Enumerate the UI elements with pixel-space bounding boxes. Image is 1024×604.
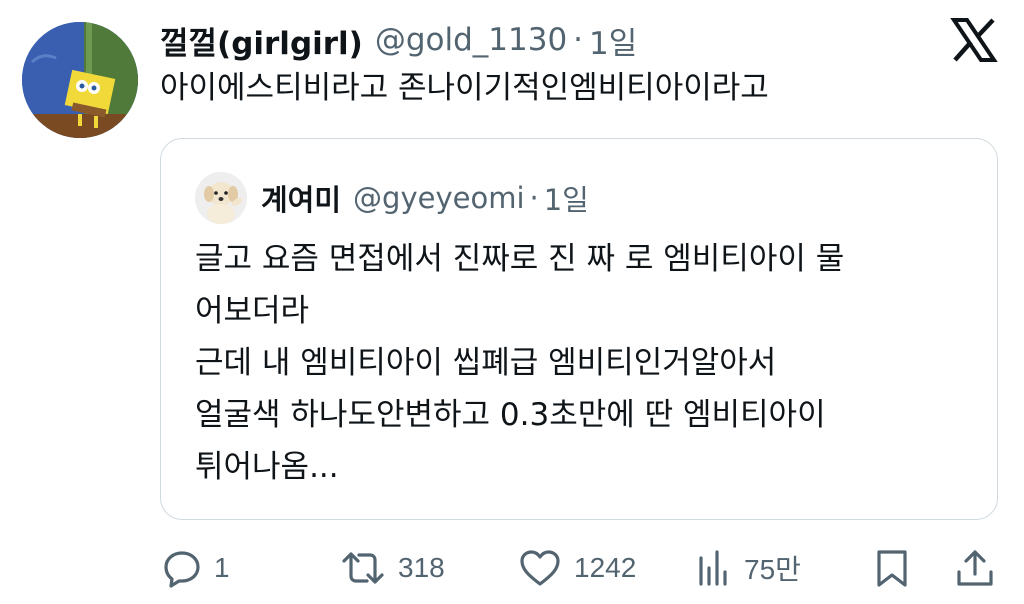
- bookmark-button[interactable]: [872, 540, 912, 596]
- share-button[interactable]: [954, 540, 996, 596]
- views-icon: [699, 550, 727, 586]
- quoted-tweet-text: 글고 요즘 면접에서 진짜로 진 짜 로 엠비티아이 물 어보더라 근데 내 엠…: [195, 233, 844, 493]
- author-name[interactable]: 껄껄(girlgirl): [160, 18, 363, 63]
- action-bar: 1 318 1242 75만: [0, 540, 1024, 596]
- quoted-text-line: 튀어나옴...: [195, 449, 339, 485]
- separator-dot: ·: [573, 22, 584, 58]
- quoted-text-line: 어보더라: [195, 293, 310, 329]
- retweet-count: 318: [398, 552, 445, 583]
- quoted-author-name[interactable]: 계여미: [261, 177, 341, 219]
- heart-icon: [520, 550, 560, 586]
- puppy-avatar-icon: [195, 172, 247, 224]
- like-button[interactable]: 1242: [518, 540, 636, 596]
- x-logo-icon[interactable]: [950, 16, 998, 64]
- views-button[interactable]: 75만: [696, 540, 801, 596]
- reply-button[interactable]: 1: [162, 540, 230, 596]
- author-avatar[interactable]: [22, 22, 138, 138]
- tweet-time[interactable]: 1일: [589, 18, 637, 63]
- spongebob-avatar-icon: [22, 22, 138, 138]
- retweet-icon: [342, 552, 384, 584]
- quoted-header: 계여미 @gyeyeomi · 1일: [261, 175, 589, 221]
- share-icon: [957, 550, 993, 586]
- quoted-text-line: 근데 내 엠비티아이 씹폐급 엠비티인거알아서: [195, 345, 777, 381]
- tweet-text: 아이에스티비라고 존나이기적인엠비티아이라고: [160, 70, 769, 106]
- like-count: 1242: [574, 552, 637, 583]
- quoted-separator-dot: ·: [529, 181, 539, 215]
- author-handle[interactable]: @gold_1130: [375, 22, 567, 58]
- quoted-text-line: 얼굴색 하나도안변하고 0.3초만에 딴 엠비티아이: [195, 397, 826, 433]
- reply-icon: [164, 551, 200, 588]
- reply-count: 1: [214, 552, 230, 583]
- quoted-tweet-time[interactable]: 1일: [544, 177, 589, 219]
- retweet-button[interactable]: 318: [340, 540, 445, 596]
- quoted-author-avatar[interactable]: [195, 172, 247, 224]
- bookmark-icon: [877, 550, 907, 587]
- tweet-header: 껄껄(girlgirl) @gold_1130 · 1일: [160, 14, 637, 66]
- quoted-author-handle[interactable]: @gyeyeomi: [353, 181, 524, 215]
- quoted-text-line: 글고 요즘 면접에서 진짜로 진 짜 로 엠비티아이 물: [195, 241, 845, 277]
- quoted-tweet[interactable]: 계여미 @gyeyeomi · 1일 글고 요즘 면접에서 진짜로 진 짜 로 …: [160, 138, 998, 520]
- view-count: 75만: [744, 554, 801, 585]
